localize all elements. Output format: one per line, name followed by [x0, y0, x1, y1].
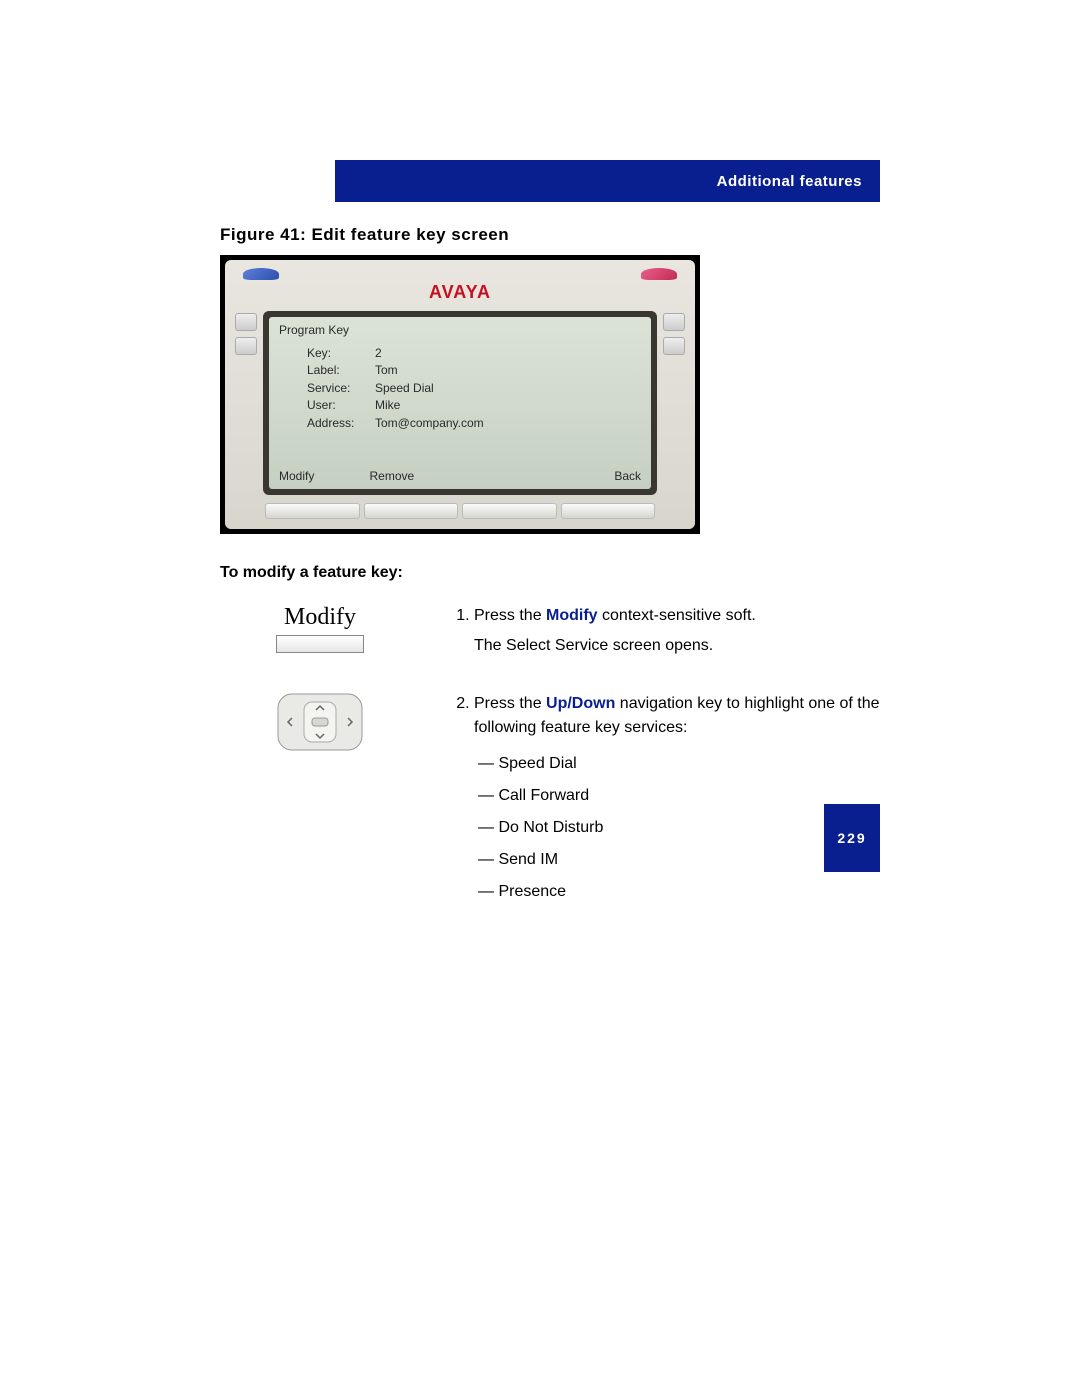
step-1-icon-col: Modify	[220, 604, 390, 653]
softkey-labels: Modify Remove Back	[279, 469, 641, 483]
screen-fields: Key: 2 Label: Tom Service: Speed Dial	[307, 345, 641, 432]
content-area: Figure 41: Edit feature key screen AVAYA	[220, 225, 880, 914]
right-line-keys	[663, 311, 685, 495]
phone-main: Program Key Key: 2 Label: Tom	[235, 311, 685, 495]
step-2-text: Press the Up/Down navigation key to high…	[450, 692, 880, 914]
field-label: Label:	[307, 362, 375, 379]
step-1-result: The Select Service screen opens.	[474, 634, 880, 658]
figure-caption: Figure 41: Edit feature key screen	[220, 225, 880, 245]
field-label: Service:	[307, 380, 375, 397]
text: Press the	[474, 607, 546, 624]
field-value: 2	[375, 345, 382, 362]
avaya-logo: AVAYA	[429, 282, 491, 302]
line-key[interactable]	[663, 337, 685, 355]
softkey-button[interactable]	[265, 503, 360, 519]
field-row: User: Mike	[307, 397, 641, 414]
modify-label: Modify	[276, 604, 364, 631]
step-1-row: Modify Press the Modify context-sensitiv…	[220, 604, 880, 664]
list-item: Call Forward	[478, 780, 880, 812]
softkey-button[interactable]	[462, 503, 557, 519]
step-1-item: Press the Modify context-sensitive soft.…	[474, 604, 880, 658]
text: context-sensitive soft.	[598, 607, 756, 624]
updown-keyword: Up/Down	[546, 695, 615, 712]
softkey-modify: Modify	[279, 469, 370, 483]
hardware-softkeys	[235, 503, 685, 519]
phone-bezel: AVAYA Program Key Key: 2	[225, 260, 695, 529]
logo-area: AVAYA	[235, 282, 685, 303]
modify-keyword: Modify	[546, 607, 598, 624]
field-value: Tom	[375, 362, 398, 379]
line-key[interactable]	[235, 337, 257, 355]
step-2-item: Press the Up/Down navigation key to high…	[474, 692, 880, 908]
page-number: 229	[837, 830, 866, 846]
section-title: Additional features	[717, 173, 862, 190]
left-line-keys	[235, 311, 257, 495]
indicator-lights	[235, 268, 685, 280]
text: Press the	[474, 695, 546, 712]
lcd-screen: Program Key Key: 2 Label: Tom	[269, 317, 651, 489]
field-label: User:	[307, 397, 375, 414]
softkey-icon	[276, 635, 364, 653]
modify-softkey-illustration: Modify	[276, 604, 364, 653]
softkey-button[interactable]	[364, 503, 459, 519]
step-2-row: Press the Up/Down navigation key to high…	[220, 692, 880, 914]
field-value: Speed Dial	[375, 380, 434, 397]
step-2-icon-col	[220, 692, 390, 752]
screen-title: Program Key	[279, 323, 641, 337]
field-row: Key: 2	[307, 345, 641, 362]
navigation-key-icon	[276, 692, 364, 752]
field-label: Key:	[307, 345, 375, 362]
field-value: Mike	[375, 397, 400, 414]
field-value: Tom@company.com	[375, 415, 484, 432]
figure-container: AVAYA Program Key Key: 2	[220, 255, 700, 534]
step-1-text: Press the Modify context-sensitive soft.…	[450, 604, 880, 664]
service-list: Speed Dial Call Forward Do Not Disturb S…	[478, 748, 880, 908]
softkey-remove: Remove	[370, 469, 461, 483]
field-row: Service: Speed Dial	[307, 380, 641, 397]
blue-indicator-icon	[243, 268, 279, 280]
line-key[interactable]	[235, 313, 257, 331]
list-item: Presence	[478, 876, 880, 908]
list-item: Send IM	[478, 844, 880, 876]
document-page: Additional features Figure 41: Edit feat…	[0, 0, 1080, 1042]
field-row: Address: Tom@company.com	[307, 415, 641, 432]
softkey-spacer	[460, 469, 551, 483]
sub-heading: To modify a feature key:	[220, 564, 880, 582]
red-indicator-icon	[641, 268, 677, 280]
list-item: Do Not Disturb	[478, 812, 880, 844]
softkey-back: Back	[551, 469, 642, 483]
header-bar: Additional features	[335, 160, 880, 202]
softkey-button[interactable]	[561, 503, 656, 519]
lcd-frame: Program Key Key: 2 Label: Tom	[263, 311, 657, 495]
field-row: Label: Tom	[307, 362, 641, 379]
list-item: Speed Dial	[478, 748, 880, 780]
page-number-box: 229	[824, 804, 880, 872]
field-label: Address:	[307, 415, 375, 432]
line-key[interactable]	[663, 313, 685, 331]
